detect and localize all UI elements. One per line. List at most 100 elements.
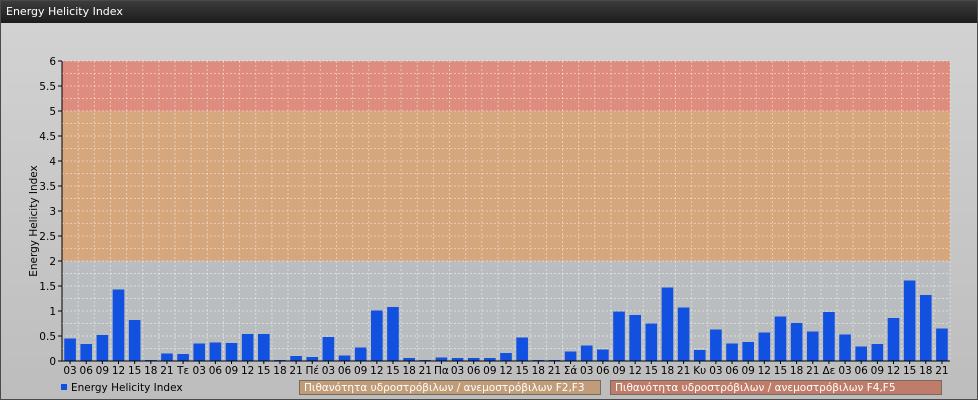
x-tick-label: 09 xyxy=(871,365,884,377)
legend-band2-label: Πιθανότητα υδροστρόβιλων / ανεμοστρόβιλω… xyxy=(615,382,896,394)
legend-series-label: Energy Helicity Index xyxy=(71,382,183,394)
y-tick-label: 0.5 xyxy=(39,331,56,343)
y-tick-label: 1.5 xyxy=(39,281,56,293)
x-tick-label: 12 xyxy=(887,365,900,377)
bar-06 xyxy=(597,349,609,361)
x-tick-label: 15 xyxy=(386,365,399,377)
bar-06 xyxy=(338,355,351,361)
chart-window: Energy Helicity Index 0 0.5 1 1.5 2 2.5 3 3.5 4 4… xyxy=(0,0,978,400)
bar-18 xyxy=(661,287,674,361)
x-tick-label: 21 xyxy=(677,365,690,377)
x-tick-label: 09 xyxy=(612,365,625,377)
x-tick-label: 18 xyxy=(661,365,674,377)
x-tick-label: 12 xyxy=(758,365,771,377)
bar-03 xyxy=(580,345,593,361)
bar-18 xyxy=(919,295,932,361)
x-tick-label: 12 xyxy=(112,365,125,377)
bar-Σά xyxy=(564,351,577,361)
bar-15 xyxy=(258,334,270,361)
bar-06 xyxy=(855,346,868,361)
x-tick-label: 12 xyxy=(241,365,254,377)
title-bar: Energy Helicity Index xyxy=(1,1,977,23)
bar-09 xyxy=(225,343,238,361)
x-tick-label: Σά xyxy=(564,365,578,377)
ehi-bar-chart: 00.511.522.533.544.555.56 03 06 09 12 15 18 21… xyxy=(28,56,951,377)
bar-21 xyxy=(936,328,948,361)
y-tick-label: 3.5 xyxy=(39,181,56,193)
x-tick-label: 09 xyxy=(483,365,496,377)
bar-12 xyxy=(112,289,125,361)
bar-09 xyxy=(613,311,625,361)
x-tick-label: Δε xyxy=(822,365,835,377)
x-tick-label: 06 xyxy=(209,365,223,377)
y-tick-label: 3 xyxy=(49,206,56,218)
x-tick-label: 12 xyxy=(499,365,512,377)
bar-Δε xyxy=(823,312,835,361)
window-title: Energy Helicity Index xyxy=(6,5,123,18)
x-tick-label: 21 xyxy=(548,365,561,377)
legend-item-series[interactable]: Energy Helicity Index xyxy=(61,381,183,395)
bar-09 xyxy=(871,344,884,361)
chart-area: 0 0.5 1 1.5 2 2.5 3 3.5 4 4.5 5 5.5 6 03 06 09 12 15 18 21… xyxy=(1,23,977,399)
x-tick-label: 06 xyxy=(467,365,481,377)
x-tick-label: 18 xyxy=(402,365,415,377)
x-tick-label: Πα xyxy=(434,365,449,377)
legend-swatch xyxy=(61,384,67,390)
bar-12 xyxy=(758,332,771,361)
bar-15 xyxy=(774,316,787,361)
x-tick-label: 03 xyxy=(322,365,335,377)
x-tick-label: 15 xyxy=(645,365,658,377)
bar-21 xyxy=(290,356,302,361)
legend-item-band-f4-f5[interactable]: Πιθανότητα υδροστρόβιλων / ανεμοστρόβιλω… xyxy=(610,380,942,395)
x-tick-label: 03 xyxy=(451,365,464,377)
bar-03 xyxy=(839,334,851,361)
x-tick-label: 06 xyxy=(855,365,869,377)
bar-03 xyxy=(64,338,76,361)
x-tick-label: 06 xyxy=(338,365,352,377)
bar-12 xyxy=(629,315,641,361)
bar-06 xyxy=(80,344,93,361)
bar-09 xyxy=(96,335,109,361)
bar-15 xyxy=(645,323,658,361)
x-tick-label: Κυ xyxy=(693,365,706,377)
x-tick-label: 06 xyxy=(80,365,94,377)
x-tick-label: 06 xyxy=(725,365,739,377)
bar-15 xyxy=(516,337,528,361)
x-tick-label: 18 xyxy=(532,365,545,377)
x-tick-label: 09 xyxy=(354,365,367,377)
legend-band1-label: Πιθανότητα υδροστρόβιλων / ανεμοστρόβιλω… xyxy=(304,382,585,394)
x-tick-label: 15 xyxy=(515,365,528,377)
y-tick-label: 4 xyxy=(49,156,56,168)
bar-Πα xyxy=(435,357,448,361)
bar-15 xyxy=(903,280,916,361)
x-tick-label: Πέ xyxy=(305,365,319,377)
x-tick-label: 18 xyxy=(144,365,157,377)
bar-18 xyxy=(790,323,803,361)
bar-06 xyxy=(726,343,738,361)
bar-12 xyxy=(500,353,512,361)
x-tick-label: 09 xyxy=(741,365,754,377)
x-tick-label: 21 xyxy=(806,365,819,377)
x-tick-label: 03 xyxy=(709,365,722,377)
x-tick-label: 15 xyxy=(128,365,141,377)
x-tick-label: 21 xyxy=(289,365,302,377)
x-tick-label: 18 xyxy=(273,365,286,377)
x-tick-label: 06 xyxy=(596,365,610,377)
bar-03 xyxy=(193,343,206,361)
x-tick-label: 15 xyxy=(903,365,916,377)
bar-21 xyxy=(161,353,173,361)
bar-12 xyxy=(241,334,254,361)
bar-03 xyxy=(710,329,722,361)
x-tick-label: 21 xyxy=(160,365,173,377)
y-tick-label: 2 xyxy=(49,256,56,268)
x-tick-label: 03 xyxy=(193,365,206,377)
x-tick-label: 18 xyxy=(790,365,803,377)
y-axis-label: Energy Helicity Index xyxy=(28,165,40,277)
bar-21 xyxy=(806,331,819,361)
legend-item-band-f2-f3[interactable]: Πιθανότητα υδροστρόβιλων / ανεμοστρόβιλω… xyxy=(299,380,601,395)
y-tick-label: 2.5 xyxy=(39,231,56,243)
x-tick-label: 15 xyxy=(257,365,270,377)
x-tick-label: 12 xyxy=(628,365,641,377)
y-tick-label: 0 xyxy=(49,356,56,368)
x-tick-label: 12 xyxy=(370,365,383,377)
